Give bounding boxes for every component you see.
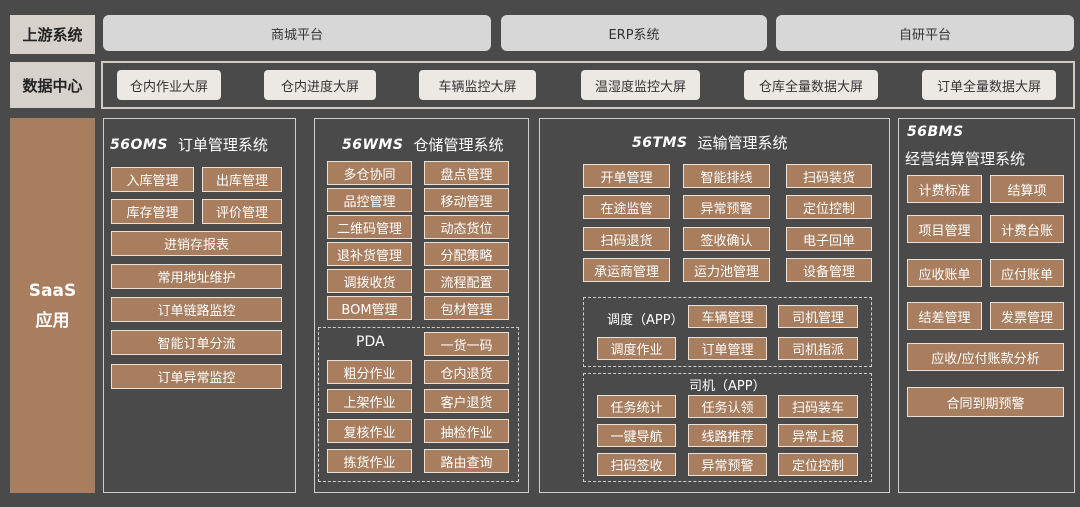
wms-btn-dynamic-slot[interactable]: 动态货位 xyxy=(424,215,509,239)
tms-btn-e-receipt[interactable]: 电子回单 xyxy=(786,227,872,251)
dashboard-warehouse-data[interactable]: 仓库全量数据大屏 xyxy=(744,70,878,100)
oms-btn-inventory[interactable]: 库存管理 xyxy=(111,199,194,224)
tms-btn-in-transit[interactable]: 在途监管 xyxy=(583,195,670,219)
tms-title: 56TMS 运输管理系统 xyxy=(632,132,788,153)
tms-btn-carrier[interactable]: 承运商管理 xyxy=(583,258,670,282)
driver-btn-navigation[interactable]: 一键导航 xyxy=(597,424,676,447)
bms-btn-settlement-item[interactable]: 结算项 xyxy=(990,175,1064,203)
oms-btn-inbound[interactable]: 入库管理 xyxy=(111,167,194,192)
pda-btn-spot-check[interactable]: 抽检作业 xyxy=(424,419,509,443)
bms-btn-invoice[interactable]: 发票管理 xyxy=(990,302,1064,330)
tms-btn-sign-confirm[interactable]: 签收确认 xyxy=(683,227,770,251)
bms-btn-payable[interactable]: 应付账单 xyxy=(990,259,1064,287)
oms-btn-outbound[interactable]: 出库管理 xyxy=(202,167,282,192)
wms-btn-quality[interactable]: 品控管理 xyxy=(327,188,412,212)
tms-btn-scan-return[interactable]: 扫码退货 xyxy=(583,227,670,251)
wms-btn-return-replenish[interactable]: 退补货管理 xyxy=(327,242,412,266)
dashboard-order-data[interactable]: 订单全量数据大屏 xyxy=(922,70,1056,100)
driver-btn-scan-sign[interactable]: 扫码签收 xyxy=(597,453,676,476)
saas-label-line2: 应用 xyxy=(35,310,70,331)
wms-btn-qrcode[interactable]: 二维码管理 xyxy=(327,215,412,239)
driver-btn-report-exception[interactable]: 异常上报 xyxy=(778,424,858,447)
driver-btn-route-recommend[interactable]: 线路推荐 xyxy=(688,424,767,447)
dashboard-warehouse-ops[interactable]: 仓内作业大屏 xyxy=(117,70,221,100)
driver-btn-task-stats[interactable]: 任务统计 xyxy=(597,395,676,418)
pda-btn-picking[interactable]: 拣货作业 xyxy=(327,449,412,473)
upstream-row-label: 上游系统 xyxy=(10,15,95,54)
tms-btn-capacity-pool[interactable]: 运力池管理 xyxy=(683,258,770,282)
wms-title-text: 仓储管理系统 xyxy=(413,136,504,154)
tms-btn-smart-route[interactable]: 智能排线 xyxy=(683,164,770,188)
tms-title-text: 运输管理系统 xyxy=(697,134,788,152)
datacenter-row-label: 数据中心 xyxy=(10,62,95,108)
driver-btn-exception-alert[interactable]: 异常预警 xyxy=(688,453,767,476)
dashboard-temp-humidity[interactable]: 温湿度监控大屏 xyxy=(581,70,700,100)
oms-title: 56OMS 订单管理系统 xyxy=(110,134,268,155)
pda-btn-putaway[interactable]: 上架作业 xyxy=(327,389,412,413)
wms-btn-multi-warehouse[interactable]: 多仓协同 xyxy=(327,161,412,185)
oms-title-text: 订单管理系统 xyxy=(177,136,268,154)
bms-btn-contract-expiry[interactable]: 合同到期预警 xyxy=(907,387,1064,417)
pda-btn-rough-sort[interactable]: 粗分作业 xyxy=(327,360,412,384)
tms-dispatch-label: 调度（APP） xyxy=(607,313,684,328)
platform-erp[interactable]: ERP系统 xyxy=(501,15,767,51)
wms-pda-label: PDA xyxy=(356,334,385,350)
oms-btn-address[interactable]: 常用地址维护 xyxy=(111,264,282,289)
dispatch-btn-vehicle[interactable]: 车辆管理 xyxy=(688,305,767,328)
wms-logo: 56WMS xyxy=(342,136,404,153)
bms-logo: 56BMS xyxy=(907,124,964,140)
tms-btn-exception-alert[interactable]: 异常预警 xyxy=(683,195,770,219)
dashboard-vehicle-monitor[interactable]: 车辆监控大屏 xyxy=(419,70,536,100)
wms-btn-allocation[interactable]: 分配策略 xyxy=(424,242,509,266)
wms-btn-move[interactable]: 移动管理 xyxy=(424,188,509,212)
wms-btn-packaging[interactable]: 包材管理 xyxy=(424,296,509,320)
dispatch-btn-operation[interactable]: 调度作业 xyxy=(597,337,676,360)
tms-driver-label: 司机（APP） xyxy=(689,379,766,394)
wms-title: 56WMS 仓储管理系统 xyxy=(342,134,503,155)
bms-btn-project[interactable]: 项目管理 xyxy=(907,215,982,243)
tms-btn-location[interactable]: 定位控制 xyxy=(786,195,872,219)
bms-title-text: 经营结算管理系统 xyxy=(905,150,1026,168)
bms-btn-difference[interactable]: 结差管理 xyxy=(907,302,982,330)
dispatch-btn-driver[interactable]: 司机管理 xyxy=(778,305,858,328)
tms-btn-device[interactable]: 设备管理 xyxy=(786,258,872,282)
bms-btn-billing-ledger[interactable]: 计费台账 xyxy=(990,215,1064,243)
wms-btn-transfer-receive[interactable]: 调拨收货 xyxy=(327,269,412,293)
wms-btn-flow-config[interactable]: 流程配置 xyxy=(424,269,509,293)
oms-btn-report[interactable]: 进销存报表 xyxy=(111,231,282,256)
tms-logo: 56TMS xyxy=(632,134,688,151)
tms-btn-scan-load[interactable]: 扫码装货 xyxy=(786,164,872,188)
wms-btn-bom[interactable]: BOM管理 xyxy=(327,296,412,320)
driver-btn-scan-load[interactable]: 扫码装车 xyxy=(778,395,858,418)
oms-logo: 56OMS xyxy=(110,136,168,153)
oms-btn-review[interactable]: 评价管理 xyxy=(202,199,282,224)
platform-mall[interactable]: 商城平台 xyxy=(103,15,491,51)
oms-btn-order-trace[interactable]: 订单链路监控 xyxy=(111,297,282,322)
driver-btn-task-claim[interactable]: 任务认领 xyxy=(688,395,767,418)
pda-btn-internal-return[interactable]: 仓内退货 xyxy=(424,360,509,384)
pda-btn-customer-return[interactable]: 客户退货 xyxy=(424,389,509,413)
tms-btn-billing[interactable]: 开单管理 xyxy=(583,164,670,188)
bms-btn-ar-ap-analysis[interactable]: 应收/应付账款分析 xyxy=(907,343,1064,371)
dashboard-warehouse-progress[interactable]: 仓内进度大屏 xyxy=(264,70,376,100)
platform-self-developed[interactable]: 自研平台 xyxy=(776,15,1074,51)
pda-btn-route-query[interactable]: 路由查询 xyxy=(424,449,509,473)
oms-btn-order-exception[interactable]: 订单异常监控 xyxy=(111,364,282,389)
bms-btn-rate-standard[interactable]: 计费标准 xyxy=(907,175,982,203)
wms-btn-stocktake[interactable]: 盘点管理 xyxy=(424,161,509,185)
driver-btn-location[interactable]: 定位控制 xyxy=(778,453,858,476)
dispatch-btn-assign-driver[interactable]: 司机指派 xyxy=(778,337,858,360)
bms-btn-receivable[interactable]: 应收账单 xyxy=(907,259,982,287)
pda-btn-recheck[interactable]: 复核作业 xyxy=(327,419,412,443)
saas-label: SaaS 应用 xyxy=(10,118,95,493)
dispatch-btn-order[interactable]: 订单管理 xyxy=(688,337,767,360)
saas-label-line1: SaaS xyxy=(28,280,77,301)
oms-btn-order-split[interactable]: 智能订单分流 xyxy=(111,330,282,355)
pda-btn-one-code[interactable]: 一货一码 xyxy=(424,332,509,356)
